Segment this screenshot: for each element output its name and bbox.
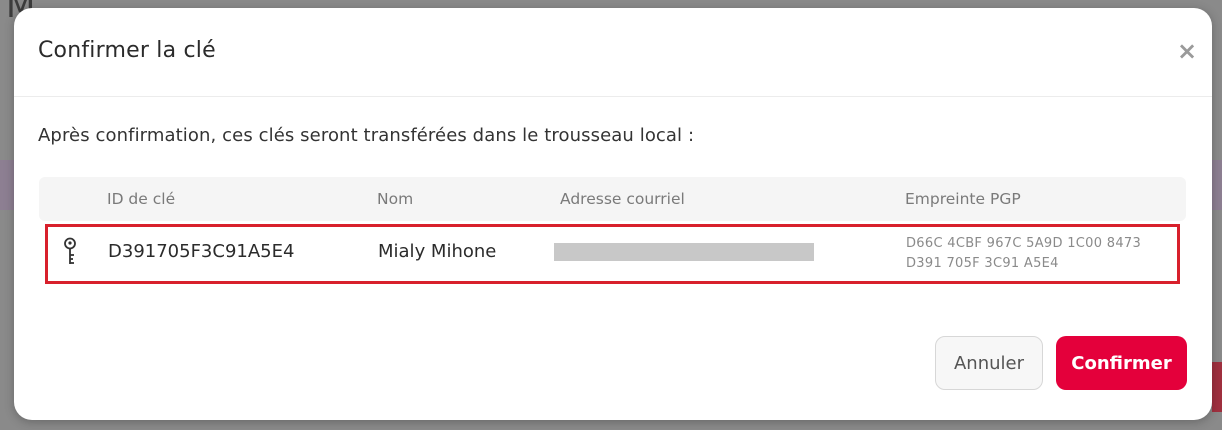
fingerprint-line-1: D66C 4CBF 967C 5A9D 1C00 8473 xyxy=(906,236,1142,251)
dialog-title: Confirmer la clé xyxy=(38,38,216,63)
column-header-email: Adresse courriel xyxy=(560,190,685,208)
confirm-button[interactable]: Confirmer xyxy=(1056,336,1187,390)
confirm-key-dialog: Confirmer la clé × Après confirmation, c… xyxy=(14,8,1212,420)
close-icon[interactable]: × xyxy=(1172,36,1202,66)
table-row: D391705F3C91A5E4 Mialy Mihone D66C 4CBF … xyxy=(45,224,1180,284)
column-header-key-id: ID de clé xyxy=(107,190,176,208)
fingerprint-cell: D66C 4CBF 967C 5A9D 1C00 8473 D391 705F … xyxy=(906,234,1141,274)
name-cell: Mialy Mihone xyxy=(378,241,497,262)
key-id-cell: D391705F3C91A5E4 xyxy=(108,241,295,262)
column-header-name: Nom xyxy=(377,190,414,208)
fingerprint-line-2: D391 705F 3C91 A5E4 xyxy=(906,256,1059,271)
column-header-fingerprint: Empreinte PGP xyxy=(905,190,1021,208)
cancel-button[interactable]: Annuler xyxy=(935,336,1043,390)
dialog-intro-text: Après confirmation, ces clés seront tran… xyxy=(38,125,695,146)
key-icon xyxy=(64,237,76,264)
background-button-fragment xyxy=(1212,362,1222,412)
table-header: ID de clé Nom Adresse courriel Empreinte… xyxy=(39,177,1186,221)
dialog-header: Confirmer la clé × xyxy=(14,8,1212,97)
redacted-email-cell xyxy=(554,243,814,261)
